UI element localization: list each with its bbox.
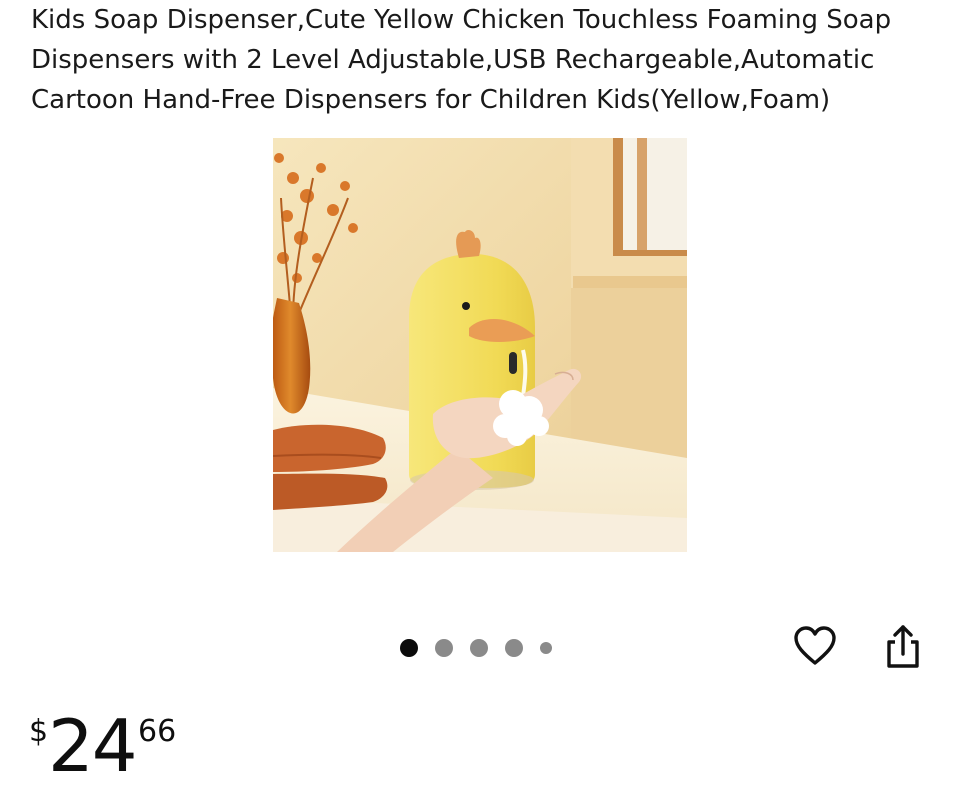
price-whole: 24 [48, 704, 138, 788]
carousel-dot-4[interactable] [505, 639, 523, 657]
carousel-dot-1[interactable] [400, 639, 418, 657]
heart-outline-icon [794, 626, 836, 665]
share-button[interactable] [881, 622, 925, 670]
product-image[interactable] [273, 138, 687, 552]
carousel-dot-3[interactable] [470, 639, 488, 657]
product-title: Kids Soap Dispenser,Cute Yellow Chicken … [31, 5, 892, 115]
share-upload-icon [887, 625, 919, 668]
carousel-dot-5[interactable] [540, 642, 552, 654]
favorite-button[interactable] [793, 623, 837, 671]
price-currency-symbol: $ [29, 714, 49, 749]
image-carousel-indicator [400, 638, 552, 658]
price-fraction: 66 [138, 714, 177, 749]
carousel-dot-2[interactable] [435, 639, 453, 657]
product-image-illustration [273, 138, 687, 552]
